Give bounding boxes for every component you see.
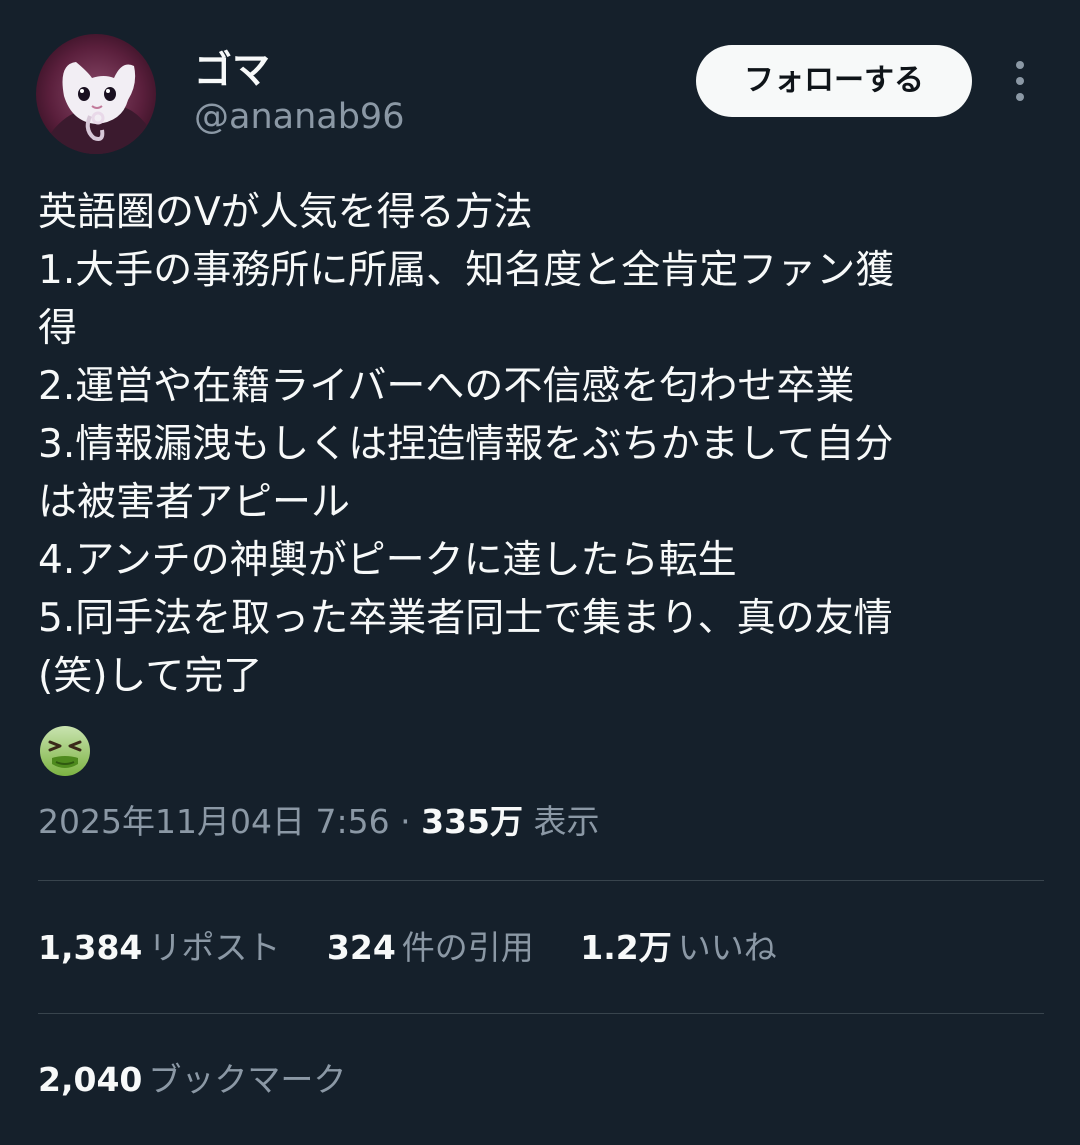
tweet-meta: 2025年11月04日 7:56 · 335万 表示 xyxy=(38,796,599,848)
tweet-line: 4.アンチの神輿がピークに達したら転生 xyxy=(38,538,737,583)
user-handle[interactable]: @ananab96 xyxy=(194,96,404,138)
reposts-label: リポスト xyxy=(148,928,281,967)
meta-separator: · xyxy=(400,802,411,841)
divider xyxy=(38,1013,1044,1014)
tweet-line: (笑)して完了 xyxy=(38,654,263,699)
bookmarks-label: ブックマーク xyxy=(148,1060,347,1099)
tweet-line: 3.情報漏洩もしくは捏造情報をぶちかまして自分 xyxy=(38,422,894,467)
follow-button[interactable]: フォローする xyxy=(696,45,972,117)
more-vertical-icon[interactable] xyxy=(1006,58,1034,104)
views-label: 表示 xyxy=(533,802,600,841)
bookmarks-stat[interactable]: 2,040 ブックマーク xyxy=(38,1054,382,1106)
user-name[interactable]: ゴマ xyxy=(194,48,270,92)
nauseated-face-emoji xyxy=(38,724,92,778)
timestamp[interactable]: 2025年11月04日 7:56 xyxy=(38,802,390,841)
avatar-image xyxy=(36,34,156,154)
tweet-line: 5.同手法を取った卒業者同士で集まり、真の友情 xyxy=(38,596,893,641)
divider xyxy=(38,880,1044,881)
reposts-stat[interactable]: 1,384 リポスト xyxy=(38,922,280,974)
tweet-line: 英語圏のVが人気を得る方法 xyxy=(38,190,533,235)
quotes-label: 件の引用 xyxy=(401,928,534,967)
tweet-line: 1.大手の事務所に所属、知名度と全肯定ファン獲 xyxy=(38,248,895,293)
likes-label: いいね xyxy=(677,928,777,967)
quotes-count: 324 xyxy=(326,928,396,967)
reposts-count: 1,384 xyxy=(38,928,143,967)
tweet-line: は被害者アピール xyxy=(38,480,351,525)
engagement-stats: 1,384 リポスト 324 件の引用 1.2万 いいね xyxy=(38,922,813,974)
tweet-text: 英語圏のVが人気を得る方法 1.大手の事務所に所属、知名度と全肯定ファン獲 得 … xyxy=(38,184,1048,706)
likes-count: 1.2万 xyxy=(580,928,672,967)
views-count[interactable]: 335万 xyxy=(421,802,523,841)
quotes-stat[interactable]: 324 件の引用 xyxy=(327,922,534,974)
likes-stat[interactable]: 1.2万 いいね xyxy=(580,922,776,974)
tweet-line: 得 xyxy=(38,306,78,351)
avatar[interactable] xyxy=(36,34,156,154)
bookmarks-count: 2,040 xyxy=(38,1060,143,1099)
tweet-line: 2.運営や在籍ライバーへの不信感を匂わせ卒業 xyxy=(38,364,855,409)
tweet-header: ゴマ @ananab96 フォローする xyxy=(36,34,1046,154)
